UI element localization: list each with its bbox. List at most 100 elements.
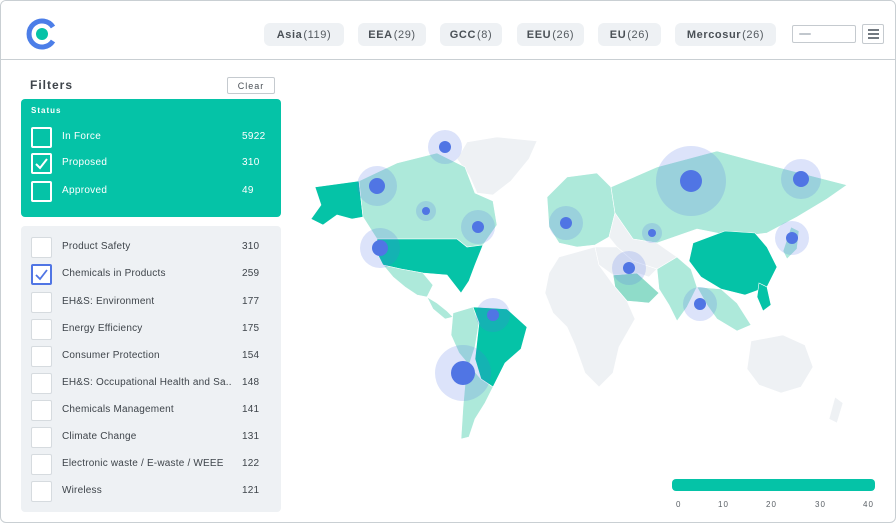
status-label: In Force: [62, 131, 102, 142]
category-count: 259: [242, 268, 260, 279]
legend-color-bar: [672, 479, 875, 491]
bubble-marker-venezuela[interactable]: [487, 309, 499, 321]
country-central-america[interactable]: [426, 296, 454, 320]
legend-tick: 10: [718, 500, 729, 509]
bubble-marker-us-west[interactable]: [372, 240, 388, 256]
bubble-marker-alaska-canada[interactable]: [369, 178, 385, 194]
bubble-marker-middle-east[interactable]: [623, 262, 635, 274]
hamburger-icon-line: [868, 33, 879, 35]
bubble-marker-korea-japan[interactable]: [786, 232, 798, 244]
bubble-marker-argentina-chile[interactable]: [451, 361, 475, 385]
category-label: Product Safety: [62, 241, 131, 252]
status-heading: Status: [31, 106, 62, 115]
category-label: Electronic waste / E-waste / WEEE: [62, 458, 224, 469]
category-checkbox[interactable]: [31, 481, 52, 502]
category-filter-row[interactable]: Climate Change 131: [21, 427, 281, 449]
category-checkbox[interactable]: [31, 319, 52, 340]
c-logo-icon[interactable]: [26, 18, 58, 50]
category-count: 148: [242, 377, 260, 388]
status-filter-row[interactable]: Proposed 310: [21, 153, 281, 175]
world-map[interactable]: [297, 97, 887, 477]
search-input[interactable]: [792, 25, 856, 43]
clear-button[interactable]: Clear: [227, 77, 275, 94]
status-filter-row[interactable]: In Force 5922: [21, 127, 281, 149]
category-filter-row[interactable]: Energy Efficiency 175: [21, 319, 281, 341]
bubble-marker-western-europe[interactable]: [560, 217, 572, 229]
country-australia[interactable]: [746, 334, 814, 394]
chip-count: (29): [393, 28, 416, 41]
category-checkbox[interactable]: [31, 237, 52, 258]
category-filter-row[interactable]: Chemicals Management 141: [21, 400, 281, 422]
category-label: Wireless: [62, 485, 102, 496]
category-label: Chemicals Management: [62, 404, 174, 415]
category-checkbox[interactable]: [31, 292, 52, 313]
status-count: 310: [242, 157, 260, 168]
bubble-marker-russia-far-east[interactable]: [793, 171, 809, 187]
status-count: 5922: [242, 131, 266, 142]
category-filter-row[interactable]: EH&S: Occupational Health and Sa.. 148: [21, 373, 281, 395]
category-filter-row[interactable]: EH&S: Environment 177: [21, 292, 281, 314]
category-count: 177: [242, 296, 260, 307]
category-checkbox[interactable]: [31, 400, 52, 421]
chip-count: (26): [552, 28, 575, 41]
category-label: Climate Change: [62, 431, 137, 442]
category-label: EH&S: Occupational Health and Sa..: [62, 377, 232, 388]
region-chip-gcc[interactable]: GCC (8): [440, 23, 502, 46]
status-filter-row[interactable]: Approved 49: [21, 181, 281, 203]
bubble-marker-eastern-europe[interactable]: [648, 229, 656, 237]
legend-tick: 30: [815, 500, 826, 509]
category-label: EH&S: Environment: [62, 296, 155, 307]
category-checkbox[interactable]: [31, 454, 52, 475]
category-filter-row[interactable]: Chemicals in Products 259: [21, 264, 281, 286]
region-chip-eea[interactable]: EEA (29): [358, 23, 426, 46]
chip-count: (119): [303, 28, 332, 41]
category-checkbox[interactable]: [31, 373, 52, 394]
bubble-marker-hudson-bay[interactable]: [422, 207, 430, 215]
category-count: 122: [242, 458, 260, 469]
category-filter-row[interactable]: Wireless 121: [21, 481, 281, 503]
filters-title: Filters: [30, 78, 74, 92]
chip-label: EU: [609, 28, 627, 41]
bubble-marker-india-south[interactable]: [694, 298, 706, 310]
chip-label: EEU: [526, 28, 552, 41]
chip-label: GCC: [449, 28, 476, 41]
status-label: Proposed: [62, 157, 108, 168]
chip-label: EEA: [368, 28, 393, 41]
country-alaska[interactable]: [310, 180, 364, 226]
category-filter-row[interactable]: Electronic waste / E-waste / WEEE 122: [21, 454, 281, 476]
category-label: Consumer Protection: [62, 350, 160, 361]
menu-button[interactable]: [862, 24, 884, 44]
bubble-marker-quebec-east-canada[interactable]: [472, 221, 484, 233]
status-checkbox[interactable]: [31, 127, 52, 148]
category-checkbox[interactable]: [31, 427, 52, 448]
app-window: Asia (119) EEA (29) GCC (8) EEU (26) EU (26)…: [0, 0, 896, 523]
category-count: 121: [242, 485, 260, 496]
hamburger-icon-line: [868, 37, 879, 39]
status-checkbox[interactable]: [31, 153, 52, 174]
legend-tick: 0: [676, 500, 682, 509]
bubble-marker-greenland-north[interactable]: [439, 141, 451, 153]
chip-count: (26): [742, 28, 765, 41]
category-filter-row[interactable]: Consumer Protection 154: [21, 346, 281, 368]
region-chip-eu[interactable]: EU (26): [598, 23, 661, 46]
search-placeholder-dash: [799, 33, 811, 35]
country-new-zealand[interactable]: [828, 396, 844, 424]
category-filter-panel: Product Safety 310 Chemicals in Products 25…: [21, 226, 281, 512]
checkmark-icon: [35, 269, 48, 281]
status-filter-panel: Status In Force 5922 Proposed 310 Approved 49: [21, 99, 281, 217]
chip-count: (8): [477, 28, 493, 41]
region-chip-asia[interactable]: Asia (119): [264, 23, 344, 46]
region-chip-mercosur[interactable]: Mercosur (26): [675, 23, 776, 46]
bubble-marker-russia[interactable]: [680, 170, 702, 192]
status-checkbox[interactable]: [31, 181, 52, 202]
category-count: 310: [242, 241, 260, 252]
region-chip-eeu[interactable]: EEU (26): [517, 23, 584, 46]
category-checkbox[interactable]: [31, 264, 52, 285]
category-checkbox[interactable]: [31, 346, 52, 367]
chip-count: (26): [627, 28, 650, 41]
status-count: 49: [242, 185, 254, 196]
category-label: Chemicals in Products: [62, 268, 166, 279]
category-filter-row[interactable]: Product Safety 310: [21, 237, 281, 259]
legend-tick: 40: [863, 500, 874, 509]
country-philippines[interactable]: [756, 282, 772, 312]
